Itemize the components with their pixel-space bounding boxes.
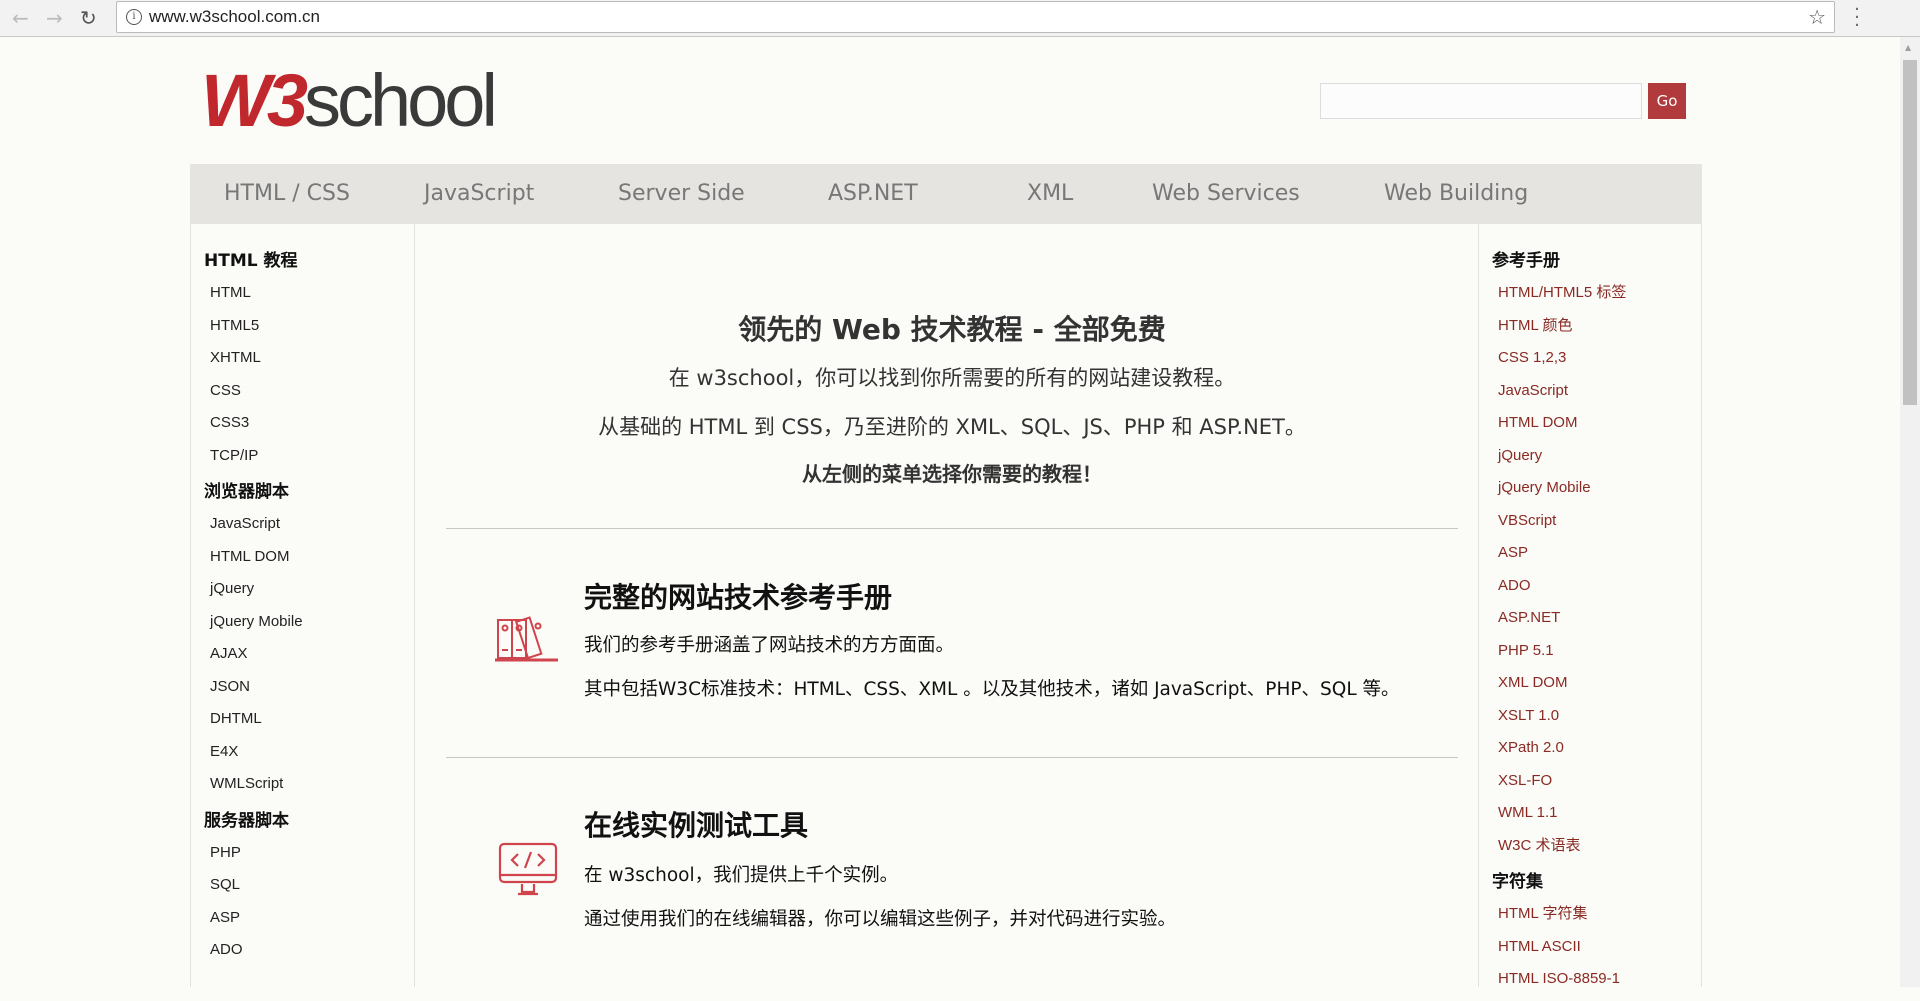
nav-server-side[interactable]: Server Side [618,181,745,206]
section-text: 通过使用我们的在线编辑器，你可以编辑这些例子，并对代码进行实验。 [584,909,1177,930]
star-icon[interactable]: ☆ [1808,5,1826,29]
logo-school: school [304,59,498,142]
section-text: 我们的参考手册涵盖了网站技术的方方面面。 [584,635,955,656]
browser-toolbar: ← → ↻ i www.w3school.com.cn ☆ · · · [0,0,1920,37]
go-button[interactable]: Go [1648,83,1686,119]
section-title: 在线实例测试工具 [584,809,809,842]
sidebar-link[interactable]: HTML/HTML5 标签 [1479,282,1701,315]
sidebar-link[interactable]: HTML [191,282,414,315]
scrollbar-thumb[interactable] [1903,60,1917,405]
sidebar-link[interactable]: jQuery Mobile [1479,477,1701,510]
sidebar-link[interactable]: AJAX [191,643,414,676]
sidebar-link[interactable]: ASP [191,907,414,940]
logo-w3: W3 [201,59,308,142]
sidebar-link[interactable]: CSS 1,2,3 [1479,347,1701,380]
sidebar-heading: 浏览器脚本 [204,482,289,502]
sidebar-link[interactable]: HTML DOM [1479,412,1701,445]
sidebar-link[interactable]: TCP/IP [191,445,414,478]
sidebar-link[interactable]: JavaScript [1479,380,1701,413]
sidebar-link[interactable]: WMLScript [191,773,414,806]
sidebar-link[interactable]: XSLT 1.0 [1479,705,1701,738]
sidebar-link[interactable]: XSL-FO [1479,770,1701,803]
sidebar-link[interactable]: HTML5 [191,315,414,348]
w3school-logo[interactable]: W3school [201,64,498,138]
intro-line-1: 在 w3school，你可以找到你所需要的所有的网站建设教程。 [668,366,1236,390]
intro-title: 领先的 Web 技术教程 - 全部免费 [738,313,1166,346]
sidebar-link[interactable]: HTML DOM [191,546,414,579]
sidebar-link[interactable]: HTML 颜色 [1479,315,1701,348]
info-icon[interactable]: i [126,9,142,25]
sidebar-link[interactable]: XPath 2.0 [1479,737,1701,770]
sidebar-link[interactable]: HTML ISO-8859-1 [1479,968,1701,1001]
sidebar-link[interactable]: WML 1.1 [1479,802,1701,835]
sidebar-heading: HTML 教程 [204,251,298,271]
sidebar-heading: 服务器脚本 [204,810,289,831]
nav-html-css[interactable]: HTML / CSS [224,181,350,206]
url-text[interactable]: www.w3school.com.cn [149,7,320,27]
section-title: 完整的网站技术参考手册 [584,581,893,614]
sidebar-link[interactable]: HTML ASCII [1479,936,1701,969]
sidebar-link[interactable]: VBScript [1479,510,1701,543]
sidebar-link[interactable]: JavaScript [191,513,414,546]
divider [446,528,1458,529]
top-nav: HTML / CSS JavaScript Server Side ASP.NE… [190,164,1702,224]
sidebar-link[interactable]: PHP [191,842,414,875]
address-bar[interactable]: i www.w3school.com.cn ☆ [116,1,1835,33]
sidebar-link[interactable]: HTML 字符集 [1479,903,1701,936]
sidebar-link[interactable]: SQL [191,874,414,907]
nav-web-building[interactable]: Web Building [1384,181,1528,206]
sidebar-heading: 字符集 [1492,872,1543,892]
intro-line-3: 从左侧的菜单选择你需要的教程！ [802,462,1102,486]
sidebar-link[interactable]: W3C 术语表 [1479,835,1701,868]
intro-line-2: 从基础的 HTML 到 CSS，乃至进阶的 XML、SQL、JS、PHP 和 A… [598,415,1306,439]
section-text: 其中包括W3C标准技术：HTML、CSS、XML 。以及其他技术，诸如 Java… [584,679,1400,700]
code-monitor-icon [498,842,558,896]
right-sidebar: 参考手册 HTML/HTML5 标签 HTML 颜色 CSS 1,2,3 JavaScr… [1478,224,1702,987]
sidebar-link[interactable]: JSON [191,676,414,709]
kebab-menu-icon[interactable]: · · · [1852,1,1862,35]
sidebar-link[interactable]: PHP 5.1 [1479,640,1701,673]
section-text: 在 w3school，我们提供上千个实例。 [584,865,899,886]
sidebar-link[interactable]: CSS3 [191,412,414,445]
nav-web-services[interactable]: Web Services [1152,181,1300,206]
sidebar-link[interactable]: jQuery [191,578,414,611]
sidebar-link[interactable]: ADO [191,939,414,972]
sidebar-link[interactable]: E4X [191,741,414,774]
sidebar-link[interactable]: ADO [1479,575,1701,608]
sidebar-link[interactable]: jQuery [1479,445,1701,478]
arrow-right-icon[interactable]: → [46,6,63,30]
sidebar-link[interactable]: XHTML [191,347,414,380]
arrow-left-icon[interactable]: ← [12,6,29,30]
sidebar-link[interactable]: ASP [1479,542,1701,575]
sidebar-link[interactable]: XML DOM [1479,672,1701,705]
nav-xml[interactable]: XML [1027,181,1073,206]
search-input[interactable] [1320,83,1642,119]
sidebar-link[interactable]: jQuery Mobile [191,611,414,644]
sidebar-heading: 参考手册 [1492,251,1560,271]
reload-icon[interactable]: ↻ [80,6,97,30]
sidebar-link[interactable]: ASP.NET [1479,607,1701,640]
sidebar-link[interactable]: DHTML [191,708,414,741]
scrollbar[interactable]: ▲ [1900,37,1920,987]
sidebar-link[interactable]: CSS [191,380,414,413]
left-sidebar: HTML 教程 HTML HTML5 XHTML CSS CSS3 TCP/IP 浏览器脚本 J… [190,224,415,987]
nav-aspnet[interactable]: ASP.NET [828,181,918,206]
divider [446,757,1458,758]
books-icon [495,616,558,662]
nav-javascript[interactable]: JavaScript [424,181,534,206]
scroll-up-icon[interactable]: ▲ [1905,43,1911,52]
